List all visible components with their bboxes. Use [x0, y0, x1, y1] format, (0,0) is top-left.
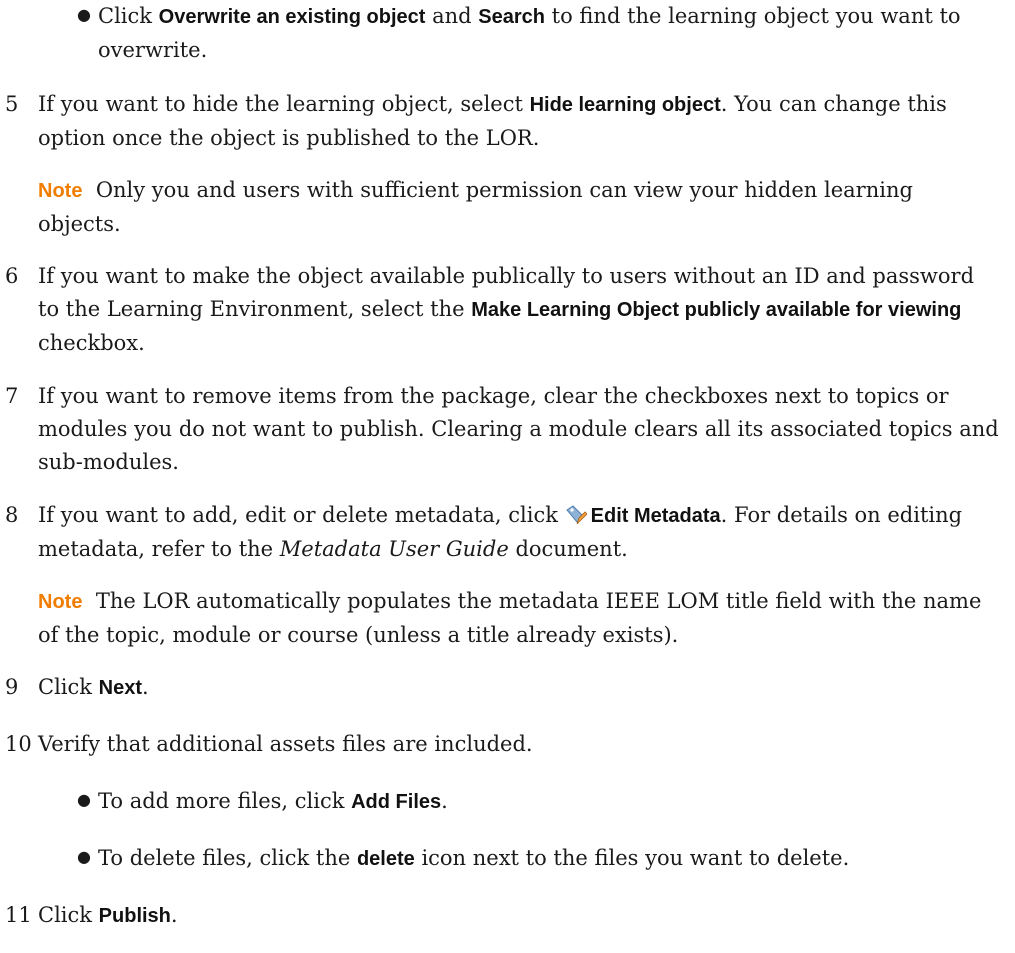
- step-7-text: If you want to remove items from the pac…: [38, 384, 999, 474]
- bullet-marker: ●: [77, 847, 91, 866]
- step-5-text: If you want to hide the learning object,…: [38, 92, 947, 150]
- step-number: 7: [5, 384, 19, 408]
- step-number: 9: [5, 675, 19, 699]
- tag-pencil-icon: [565, 503, 588, 525]
- step-6-text: If you want to make the object available…: [38, 264, 975, 355]
- note-hidden-objects: Note Only you and users with sufficient …: [38, 178, 913, 236]
- note-lom-title: Note The LOR automatically populates the…: [38, 589, 982, 647]
- step-number: 6: [5, 264, 19, 288]
- document-page: ● Click Overwrite an existing object and…: [0, 0, 1015, 953]
- step-number: 8: [5, 503, 19, 527]
- step-10-text: Verify that additional assets files are …: [38, 732, 533, 756]
- bullet-add-files: To add more files, click Add Files.: [98, 789, 448, 813]
- step-9-text: Click Next.: [38, 675, 149, 699]
- bullet-overwrite: Click Overwrite an existing object and S…: [98, 4, 961, 62]
- step-number: 5: [5, 92, 19, 116]
- step-11-text: Click Publish.: [38, 903, 178, 927]
- step-number: 11: [5, 903, 32, 927]
- bullet-marker: ●: [77, 790, 91, 809]
- step-number: 10: [5, 732, 32, 756]
- bullet-marker: ●: [77, 5, 91, 24]
- bullet-delete-files: To delete files, click the delete icon n…: [98, 846, 850, 870]
- step-8-text: If you want to add, edit or delete metad…: [38, 503, 963, 561]
